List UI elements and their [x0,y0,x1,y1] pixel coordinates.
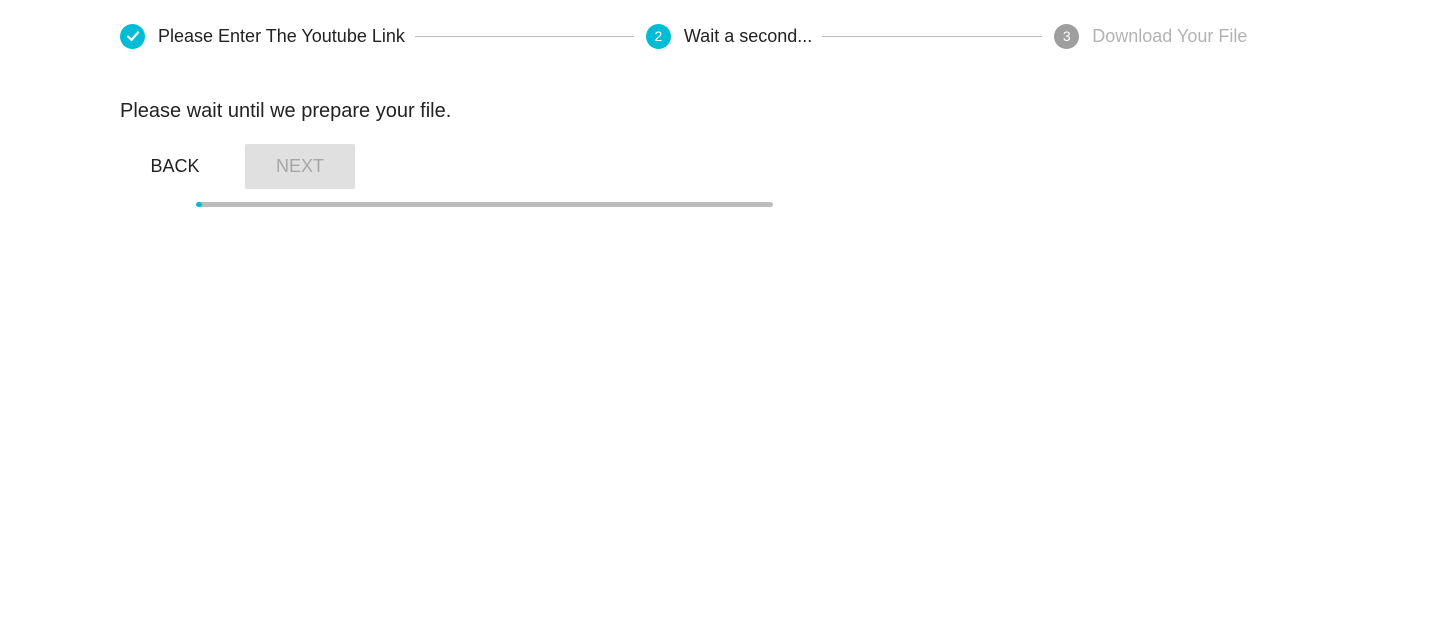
step-3-label: Download Your File [1092,25,1248,46]
stepper: Please Enter The Youtube Link 2 Wait a s… [120,23,1247,49]
step-1-label: Please Enter The Youtube Link [158,25,405,46]
progress-bar-fill [196,202,202,207]
step-connector [414,35,634,37]
step-2-label: Wait a second... [683,25,813,46]
next-button[interactable]: NEXT [245,144,355,189]
step-connector [822,35,1043,37]
step-2-number: 2 [645,23,671,49]
check-icon [126,31,139,42]
step-wait: 2 Wait a second... [645,23,813,49]
step-enter-link: Please Enter The Youtube Link [120,23,405,49]
step-3-number: 3 [1054,23,1080,49]
status-message: Please wait until we prepare your file. [120,100,452,122]
step-download: 3 Download Your File [1054,23,1248,49]
progress-bar [196,202,773,207]
back-button[interactable]: BACK [120,144,230,189]
step-1-complete-circle [120,23,145,49]
